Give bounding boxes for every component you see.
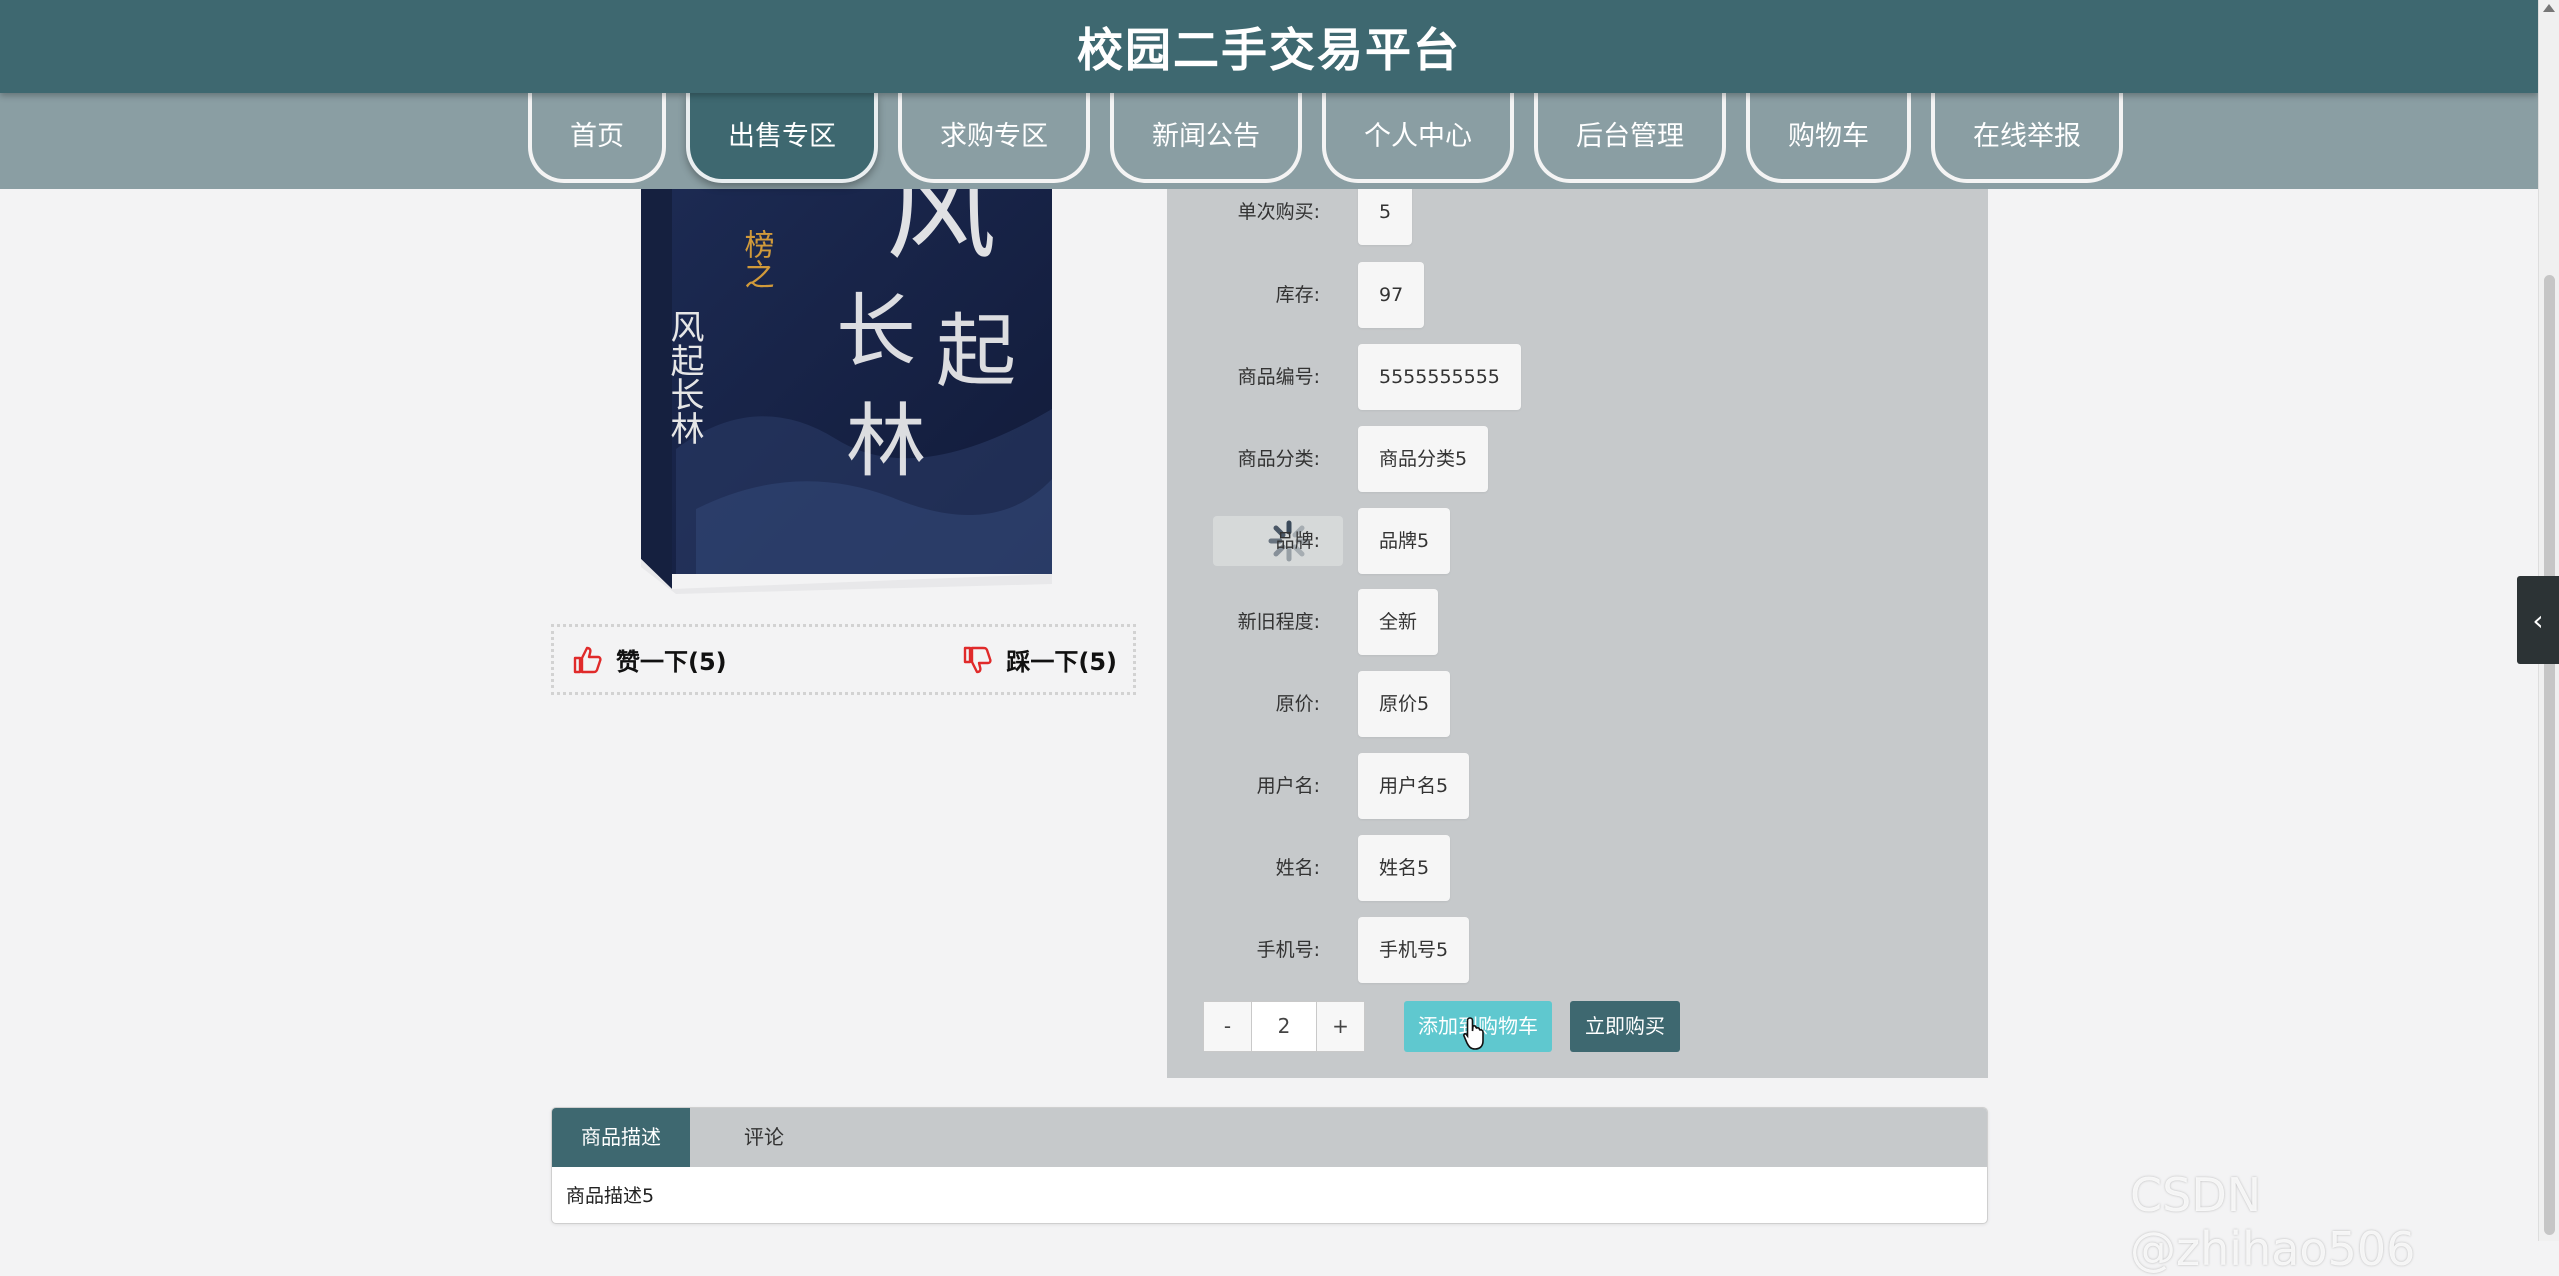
detail-value: 手机号5 bbox=[1358, 917, 1470, 983]
quantity-input[interactable]: 2 bbox=[1251, 1002, 1317, 1051]
detail-row-brand: 品牌: 品牌5 bbox=[1167, 508, 1988, 574]
nav-item-profile[interactable]: 个人中心 bbox=[1322, 93, 1514, 183]
like-button[interactable]: 赞一下(5) bbox=[572, 642, 727, 677]
scroll-thumb[interactable] bbox=[2544, 275, 2555, 1235]
detail-value: 品牌5 bbox=[1358, 508, 1451, 574]
buy-now-button[interactable]: 立即购买 bbox=[1570, 1001, 1680, 1052]
nav-item-sale[interactable]: 出售专区 bbox=[686, 93, 878, 183]
tab-bar: 商品描述 评论 bbox=[552, 1108, 1987, 1167]
product-image: 风起长林 榜之 风 长 起 林 bbox=[636, 147, 1052, 594]
product-detail-panel: 单次购买: 5 库存: 97 商品编号: 5555555555 商品分类: 商品… bbox=[1167, 179, 1988, 1078]
svg-text:起: 起 bbox=[936, 305, 1016, 398]
svg-text:风: 风 bbox=[886, 189, 996, 275]
svg-text:长: 长 bbox=[836, 285, 916, 378]
nav-item-news[interactable]: 新闻公告 bbox=[1110, 93, 1302, 183]
dislike-label: 踩一下(5) bbox=[1006, 648, 1117, 676]
detail-row-category: 商品分类: 商品分类5 bbox=[1167, 426, 1988, 492]
quantity-plus-button[interactable]: + bbox=[1317, 1002, 1364, 1051]
nav-item-wanted[interactable]: 求购专区 bbox=[898, 93, 1090, 183]
chevron-left-icon: ‹ bbox=[2532, 603, 2544, 637]
watermark: CSDN @zhihao506 bbox=[2130, 1168, 2416, 1276]
product-tabs: 商品描述 评论 商品描述5 bbox=[551, 1107, 1988, 1224]
scroll-up-arrow-icon[interactable] bbox=[2543, 4, 2555, 12]
detail-value: 原价5 bbox=[1358, 671, 1451, 737]
tab-comments[interactable]: 评论 bbox=[716, 1108, 812, 1167]
nav-item-home[interactable]: 首页 bbox=[528, 93, 666, 183]
site-title: 校园二手交易平台 bbox=[1077, 22, 1461, 77]
thumbs-up-icon bbox=[573, 646, 602, 673]
svg-text:风起长林: 风起长林 bbox=[664, 309, 704, 445]
detail-value: 全新 bbox=[1358, 589, 1439, 655]
svg-text:榜之: 榜之 bbox=[739, 229, 775, 289]
detail-value: 用户名5 bbox=[1358, 753, 1470, 819]
like-label: 赞一下(5) bbox=[616, 648, 727, 676]
tab-content: 商品描述5 bbox=[566, 1185, 655, 1207]
quantity-minus-button[interactable]: - bbox=[1204, 1002, 1251, 1051]
nav-item-report[interactable]: 在线举报 bbox=[1931, 93, 2123, 183]
detail-row-stock: 库存: 97 bbox=[1167, 262, 1988, 328]
quantity-stepper: - 2 + bbox=[1203, 1001, 1365, 1052]
tab-description[interactable]: 商品描述 bbox=[552, 1108, 690, 1167]
detail-row-condition: 新旧程度: 全新 bbox=[1167, 589, 1988, 655]
detail-value: 97 bbox=[1358, 262, 1425, 328]
detail-row-username: 用户名: 用户名5 bbox=[1167, 753, 1988, 819]
detail-value: 姓名5 bbox=[1358, 835, 1451, 901]
detail-row-single-purchase: 单次购买: 5 bbox=[1167, 179, 1988, 255]
detail-value: 商品分类5 bbox=[1358, 426, 1489, 492]
side-panel-toggle[interactable]: ‹ bbox=[2517, 576, 2559, 664]
detail-row-phone: 手机号: 手机号5 bbox=[1167, 917, 1988, 983]
main-nav: 首页 出售专区 求购专区 新闻公告 个人中心 后台管理 购物车 在线举报 bbox=[0, 93, 2538, 189]
thumbs-down-icon bbox=[964, 646, 992, 673]
svg-text:林: 林 bbox=[846, 395, 926, 488]
dislike-button[interactable]: 踩一下(5) bbox=[962, 642, 1117, 677]
vote-box: 赞一下(5) 踩一下(5) bbox=[551, 624, 1136, 695]
nav-item-cart[interactable]: 购物车 bbox=[1746, 93, 1911, 183]
detail-value: 5555555555 bbox=[1358, 344, 1521, 410]
hand-cursor-icon bbox=[1463, 1017, 1484, 1050]
detail-row-name: 姓名: 姓名5 bbox=[1167, 835, 1988, 901]
loading-spinner-icon bbox=[1213, 516, 1343, 566]
nav-item-admin[interactable]: 后台管理 bbox=[1534, 93, 1726, 183]
site-header: 校园二手交易平台 bbox=[0, 0, 2538, 93]
detail-row-product-code: 商品编号: 5555555555 bbox=[1167, 344, 1988, 410]
detail-row-original-price: 原价: 原价5 bbox=[1167, 671, 1988, 737]
